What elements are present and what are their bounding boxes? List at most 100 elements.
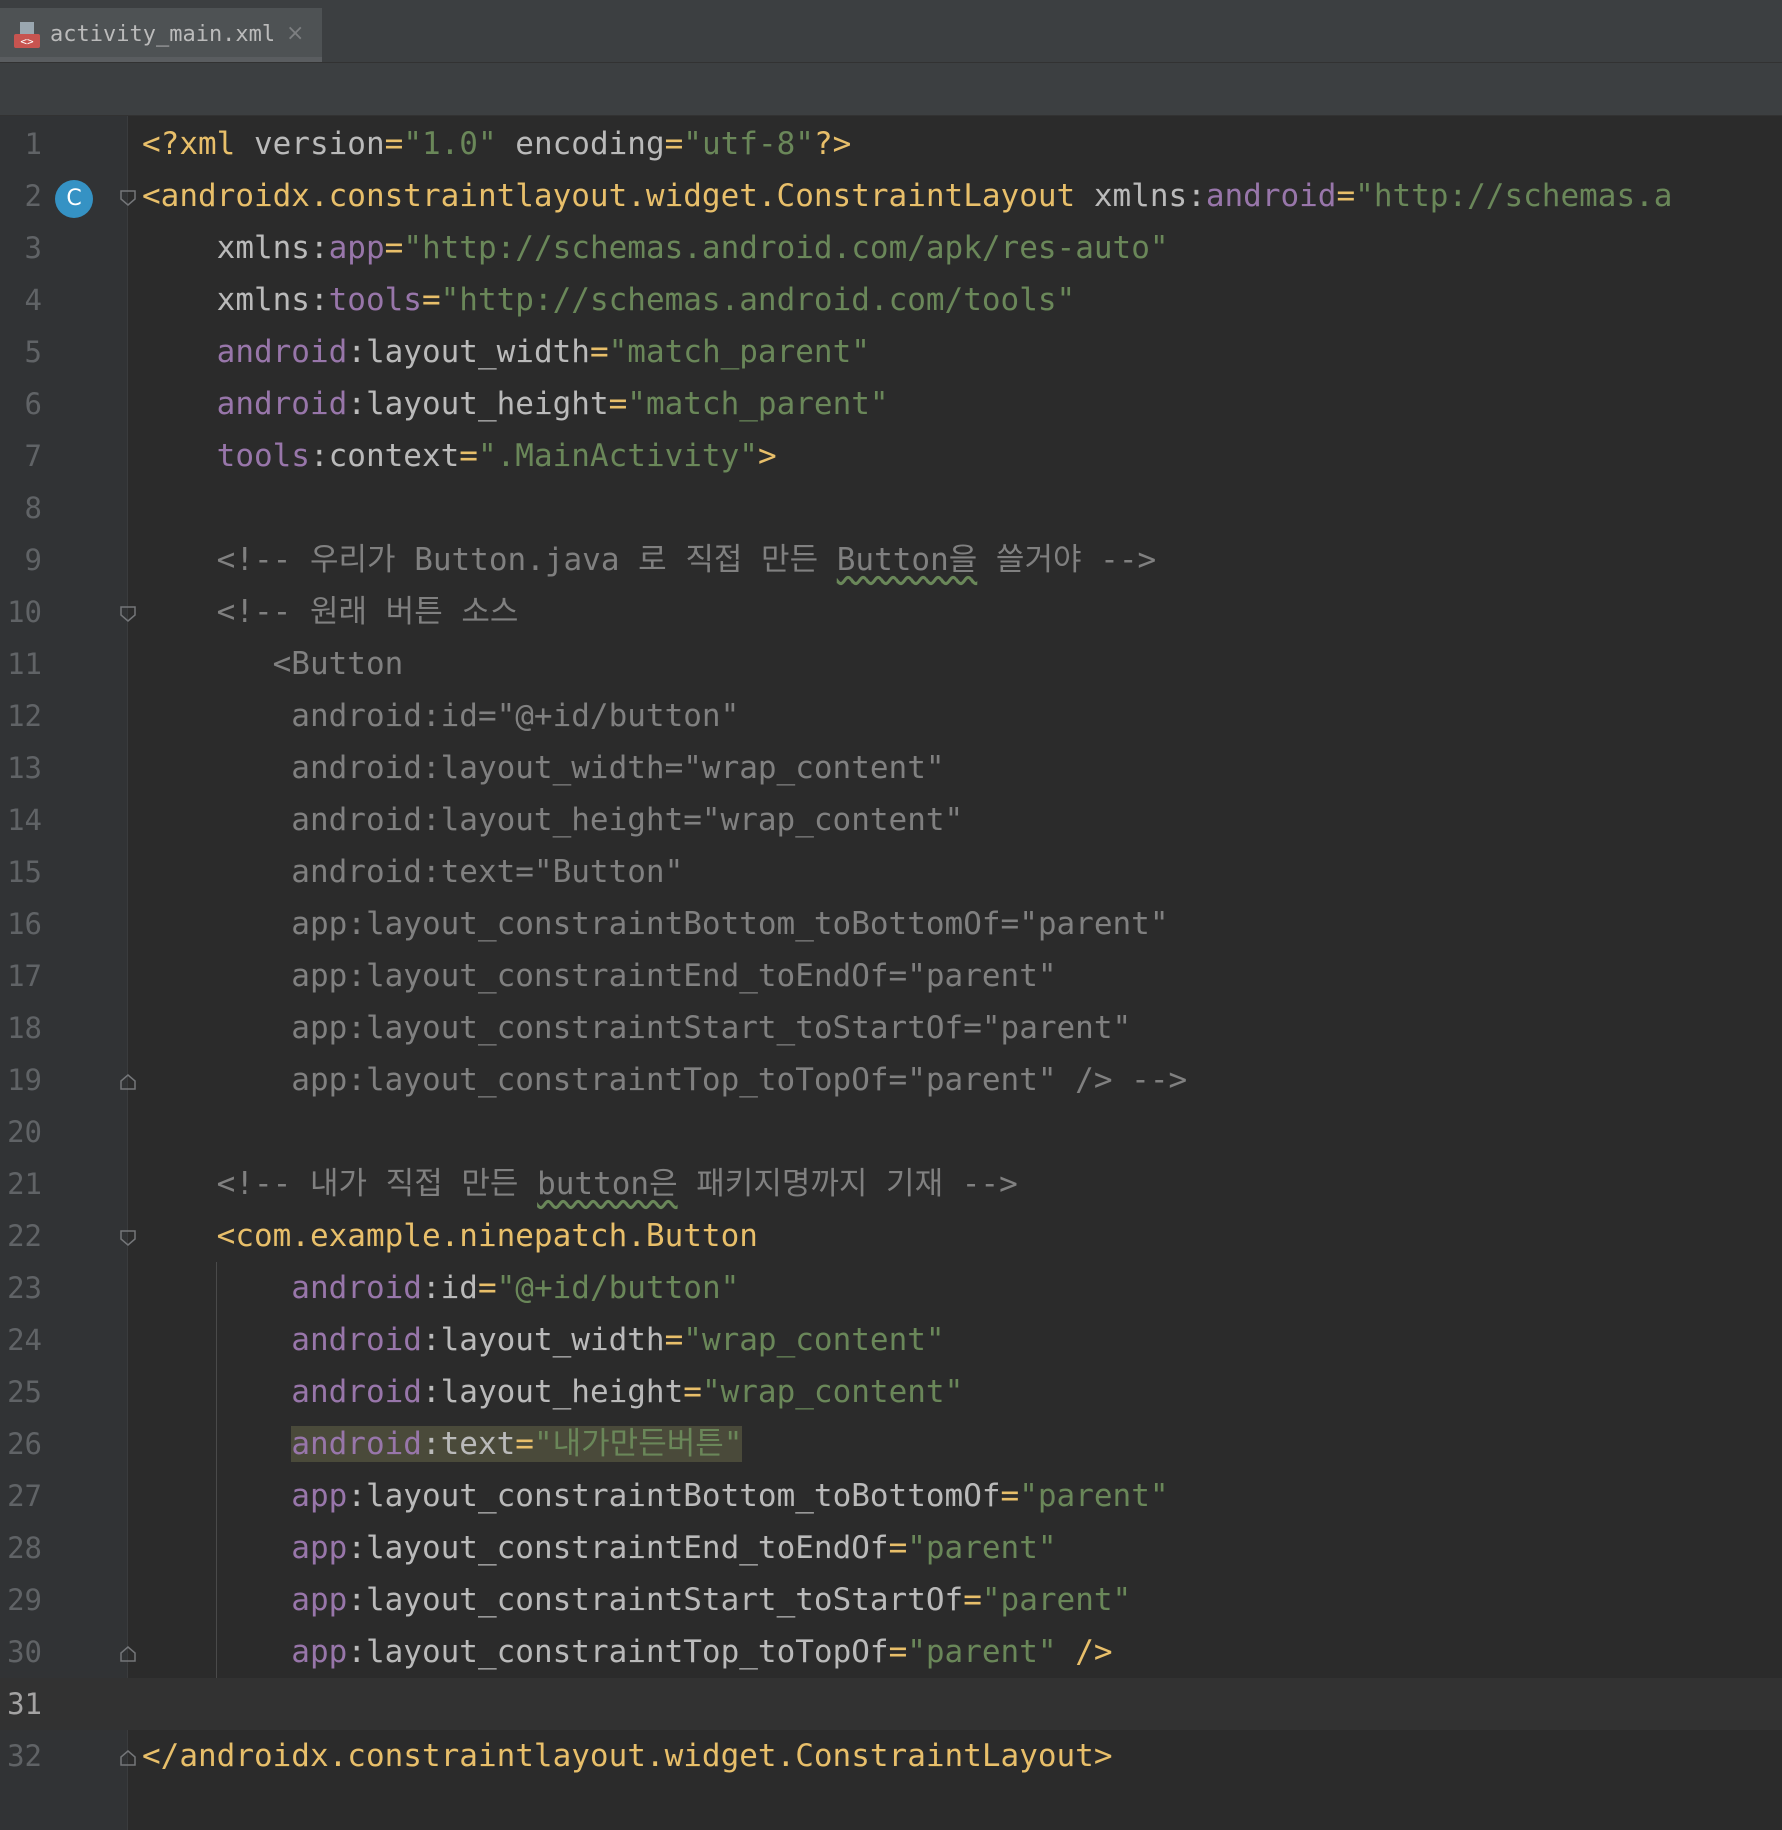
code-token: "parent": [981, 1582, 1132, 1618]
code-line[interactable]: 9 <!-- 우리가 Button.java 로 직접 만든 Button을 쓸…: [0, 534, 1782, 586]
editor-tab-bar: <> activity_main.xml ×: [0, 8, 1782, 63]
code-token: android: [291, 1426, 422, 1462]
line-number: 26: [7, 1427, 42, 1461]
code-line[interactable]: 19 app:layout_constraintTop_toTopOf="par…: [0, 1054, 1782, 1106]
code-line[interactable]: 5 android:layout_width="match_parent": [0, 326, 1782, 378]
line-number: 31: [7, 1687, 42, 1721]
code-line[interactable]: 20: [0, 1106, 1782, 1158]
code-line[interactable]: 15 android:text="Button": [0, 846, 1782, 898]
code-token: Button을: [836, 542, 978, 578]
fold-end-icon[interactable]: [118, 1644, 138, 1664]
code-token: "@+id/button": [496, 1270, 740, 1306]
code-token: =: [421, 282, 441, 318]
code-token: =: [589, 334, 609, 370]
code-line[interactable]: 1 <?xml version="1.0" encoding="utf-8"?>: [0, 118, 1782, 170]
code-token: <com.example.ninepatch.Button: [142, 1218, 758, 1254]
code-line[interactable]: 26 android:text="내가만든버튼": [0, 1418, 1782, 1470]
code-token: "http://schemas.a: [1355, 178, 1673, 214]
code-token: <!-- 원래 버튼 소스: [142, 594, 519, 630]
code-line[interactable]: 28 app:layout_constraintEnd_toEndOf="par…: [0, 1522, 1782, 1574]
fold-end-icon[interactable]: [118, 1748, 138, 1768]
code-line[interactable]: 27 app:layout_constraintBottom_toBottomO…: [0, 1470, 1782, 1522]
code-line[interactable]: 18 app:layout_constraintStart_toStartOf=…: [0, 1002, 1782, 1054]
code-line[interactable]: 25 android:layout_height="wrap_content": [0, 1366, 1782, 1418]
code-token: =: [683, 1374, 702, 1410]
code-token: <androidx.constraintlayout.widget.Constr…: [142, 178, 1094, 214]
code-token: button은: [537, 1166, 678, 1202]
code-text: android:id="@+id/button": [142, 690, 739, 742]
line-number: 20: [7, 1115, 42, 1149]
code-line[interactable]: 32 </androidx.constraintlayout.widget.Con…: [0, 1730, 1782, 1782]
code-line[interactable]: 11 <Button: [0, 638, 1782, 690]
code-line[interactable]: 2 C <androidx.constraintlayout.widget.Cons…: [0, 170, 1782, 222]
code-line[interactable]: 7 tools:context=".MainActivity">: [0, 430, 1782, 482]
code-token: "wrap_content": [683, 1322, 945, 1358]
fold-collapse-icon[interactable]: [118, 1228, 138, 1248]
code-token: =: [1000, 1478, 1020, 1514]
code-token: "utf-8": [683, 126, 814, 162]
code-token: app: [142, 1582, 348, 1618]
code-line[interactable]: 10 <!-- 원래 버튼 소스: [0, 586, 1782, 638]
code-line[interactable]: 23 android:id="@+id/button": [0, 1262, 1782, 1314]
code-token: android: [142, 1374, 422, 1410]
code-line[interactable]: 30 app:layout_constraintTop_toTopOf="par…: [0, 1626, 1782, 1678]
code-text: android:layout_width="wrap_content": [142, 1314, 945, 1366]
code-token: =: [459, 438, 478, 474]
line-number: 1: [24, 127, 42, 161]
code-token: app: [142, 1530, 348, 1566]
code-token: =: [384, 126, 404, 162]
code-token: >: [757, 438, 777, 474]
class-marker-icon[interactable]: C: [55, 180, 93, 218]
line-number: 9: [24, 543, 42, 577]
code-line[interactable]: 13 android:layout_width="wrap_content": [0, 742, 1782, 794]
fold-collapse-icon[interactable]: [118, 604, 138, 624]
line-number: 27: [7, 1479, 42, 1513]
code-line[interactable]: 22 <com.example.ninepatch.Button: [0, 1210, 1782, 1262]
code-token: android: [142, 1322, 422, 1358]
code-token: "wrap_content": [701, 1374, 964, 1410]
line-number: 16: [7, 907, 42, 941]
close-icon[interactable]: ×: [286, 20, 304, 48]
code-line[interactable]: 6 android:layout_height="match_parent": [0, 378, 1782, 430]
code-line[interactable]: 24 android:layout_width="wrap_content": [0, 1314, 1782, 1366]
code-text: android:layout_height="match_parent": [142, 378, 889, 430]
code-line[interactable]: 31: [0, 1678, 1782, 1730]
tab-activity-main-xml[interactable]: <> activity_main.xml ×: [0, 8, 322, 62]
line-number: 23: [7, 1271, 42, 1305]
code-token: xmlns:: [1093, 178, 1206, 214]
code-token: app: [328, 230, 385, 266]
code-line[interactable]: 29 app:layout_constraintStart_toStartOf=…: [0, 1574, 1782, 1626]
code-line[interactable]: 3 xmlns:app="http://schemas.android.com/…: [0, 222, 1782, 274]
code-token: "parent": [907, 1530, 1057, 1566]
code-text: app:layout_constraintStart_toStartOf="pa…: [142, 1574, 1131, 1626]
code-editor[interactable]: 1 <?xml version="1.0" encoding="utf-8"?> 2…: [0, 116, 1782, 1830]
line-number: 24: [7, 1323, 42, 1357]
code-text: </androidx.constraintlayout.widget.Const…: [142, 1730, 1113, 1782]
line-number: 3: [24, 231, 42, 265]
code-line[interactable]: 4 xmlns:tools="http://schemas.android.co…: [0, 274, 1782, 326]
line-number: 25: [7, 1375, 42, 1409]
code-token: :text: [421, 1426, 516, 1462]
code-token: />: [1056, 1634, 1113, 1670]
code-line[interactable]: 16 app:layout_constraintBottom_toBottomO…: [0, 898, 1782, 950]
code-line[interactable]: 12 android:id="@+id/button": [0, 690, 1782, 742]
line-number: 30: [7, 1635, 42, 1669]
code-line[interactable]: 21 <!-- 내가 직접 만든 button은 패키지명까지 기재 -->: [0, 1158, 1782, 1210]
code-text: <!-- 우리가 Button.java 로 직접 만든 Button을 쓸거야…: [142, 534, 1157, 586]
fold-collapse-icon[interactable]: [118, 188, 138, 208]
code-token: tools: [328, 282, 422, 318]
fold-end-icon[interactable]: [118, 1072, 138, 1092]
line-number: 12: [7, 699, 42, 733]
code-text: android:text="내가만든버튼": [142, 1418, 743, 1470]
code-line[interactable]: 14 android:layout_height="wrap_content": [0, 794, 1782, 846]
code-line[interactable]: 8: [0, 482, 1782, 534]
code-token: android: [142, 334, 348, 370]
code-line[interactable]: 17 app:layout_constraintEnd_toEndOf="par…: [0, 950, 1782, 1002]
line-number: 21: [7, 1167, 42, 1201]
code-token: =: [515, 1426, 534, 1462]
line-number: 6: [24, 387, 42, 421]
line-number: 29: [7, 1583, 42, 1617]
code-token: ".MainActivity": [477, 438, 758, 474]
code-token: app:layout_constraintEnd_toEndOf="parent…: [142, 958, 1057, 994]
code-token: =: [888, 1634, 908, 1670]
